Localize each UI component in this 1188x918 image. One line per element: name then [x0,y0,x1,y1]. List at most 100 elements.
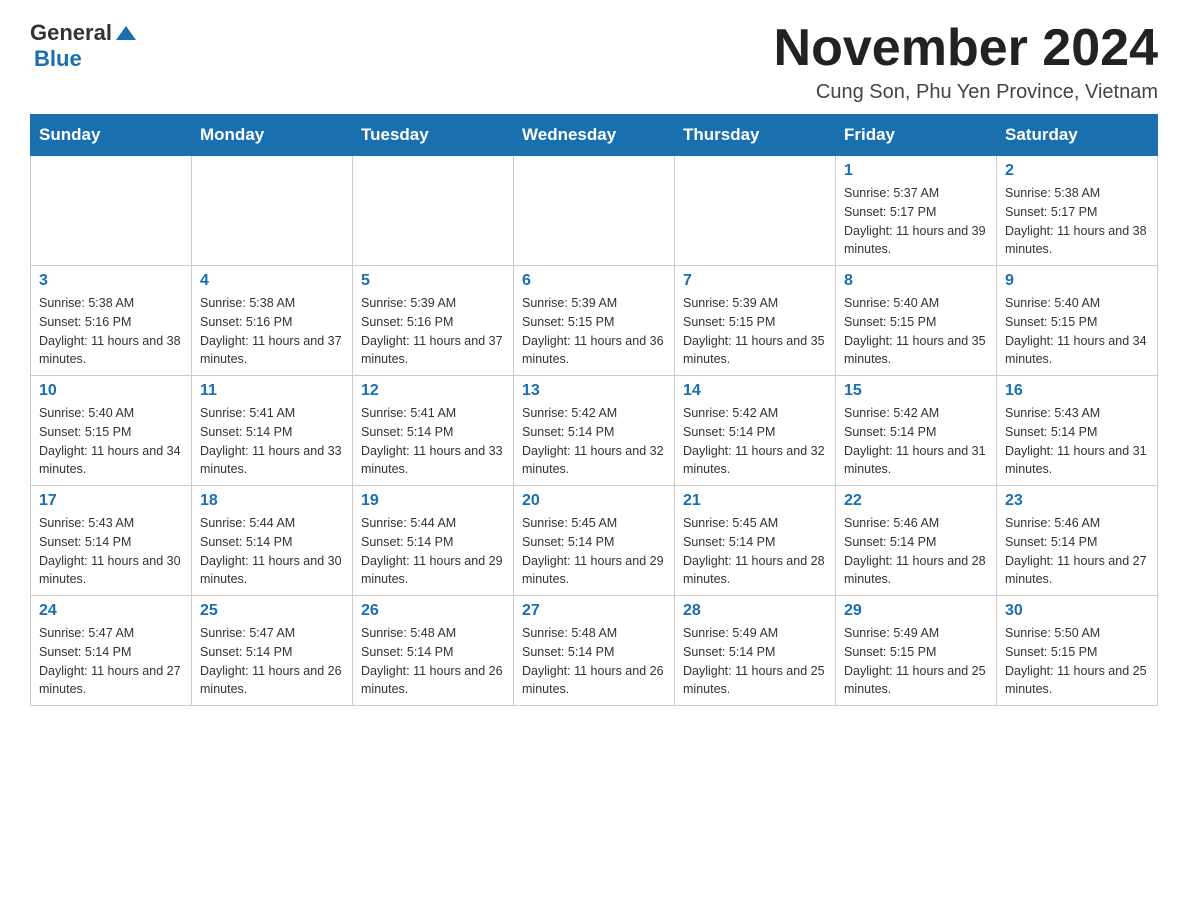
day-cell: 20 Sunrise: 5:45 AMSunset: 5:14 PMDayligh… [514,486,675,596]
day-number: 7 [683,272,827,290]
weekday-header-friday: Friday [836,115,997,156]
day-info: Sunrise: 5:38 AMSunset: 5:16 PMDaylight:… [200,294,344,369]
day-cell: 18 Sunrise: 5:44 AMSunset: 5:14 PMDayligh… [192,486,353,596]
day-info: Sunrise: 5:49 AMSunset: 5:15 PMDaylight:… [844,624,988,699]
day-info: Sunrise: 5:48 AMSunset: 5:14 PMDaylight:… [361,624,505,699]
day-number: 28 [683,602,827,620]
day-cell: 2 Sunrise: 5:38 AMSunset: 5:17 PMDaylight… [997,156,1158,266]
day-info: Sunrise: 5:46 AMSunset: 5:14 PMDaylight:… [844,514,988,589]
day-number: 8 [844,272,988,290]
day-number: 12 [361,382,505,400]
day-number: 14 [683,382,827,400]
day-info: Sunrise: 5:43 AMSunset: 5:14 PMDaylight:… [39,514,183,589]
day-number: 11 [200,382,344,400]
day-cell: 23 Sunrise: 5:46 AMSunset: 5:14 PMDayligh… [997,486,1158,596]
day-cell: 17Sunrise: 5:43 AMSunset: 5:14 PMDayligh… [31,486,192,596]
weekday-header-row: SundayMondayTuesdayWednesdayThursdayFrid… [31,115,1158,156]
day-cell: 6 Sunrise: 5:39 AMSunset: 5:15 PMDaylight… [514,266,675,376]
day-number: 9 [1005,272,1149,290]
day-number: 24 [39,602,183,620]
day-cell: 16 Sunrise: 5:43 AMSunset: 5:14 PMDayligh… [997,376,1158,486]
day-cell: 21Sunrise: 5:45 AMSunset: 5:14 PMDayligh… [675,486,836,596]
day-info: Sunrise: 5:49 AMSunset: 5:14 PMDaylight:… [683,624,827,699]
day-cell: 22 Sunrise: 5:46 AMSunset: 5:14 PMDayligh… [836,486,997,596]
day-cell: 29 Sunrise: 5:49 AMSunset: 5:15 PMDayligh… [836,596,997,706]
day-number: 16 [1005,382,1149,400]
calendar-table: SundayMondayTuesdayWednesdayThursdayFrid… [30,114,1158,706]
day-info: Sunrise: 5:40 AMSunset: 5:15 PMDaylight:… [1005,294,1149,369]
day-info: Sunrise: 5:39 AMSunset: 5:15 PMDaylight:… [683,294,827,369]
day-number: 30 [1005,602,1149,620]
day-info: Sunrise: 5:41 AMSunset: 5:14 PMDaylight:… [361,404,505,479]
month-title: November 2024 [774,20,1158,77]
day-number: 5 [361,272,505,290]
day-cell: 1Sunrise: 5:37 AMSunset: 5:17 PMDaylight… [836,156,997,266]
day-number: 2 [1005,162,1149,180]
day-info: Sunrise: 5:45 AMSunset: 5:14 PMDaylight:… [522,514,666,589]
day-number: 22 [844,492,988,510]
day-cell: 11 Sunrise: 5:41 AMSunset: 5:14 PMDayligh… [192,376,353,486]
day-info: Sunrise: 5:48 AMSunset: 5:14 PMDaylight:… [522,624,666,699]
location-subtitle: Cung Son, Phu Yen Province, Vietnam [774,81,1158,104]
day-cell: 3 Sunrise: 5:38 AMSunset: 5:16 PMDaylight… [31,266,192,376]
day-cell: 24Sunrise: 5:47 AMSunset: 5:14 PMDayligh… [31,596,192,706]
week-row-2: 3 Sunrise: 5:38 AMSunset: 5:16 PMDaylight… [31,266,1158,376]
day-cell: 19Sunrise: 5:44 AMSunset: 5:14 PMDayligh… [353,486,514,596]
day-info: Sunrise: 5:47 AMSunset: 5:14 PMDaylight:… [200,624,344,699]
day-info: Sunrise: 5:38 AMSunset: 5:16 PMDaylight:… [39,294,183,369]
day-number: 21 [683,492,827,510]
day-number: 27 [522,602,666,620]
day-info: Sunrise: 5:39 AMSunset: 5:16 PMDaylight:… [361,294,505,369]
day-info: Sunrise: 5:44 AMSunset: 5:14 PMDaylight:… [200,514,344,589]
day-cell: 12 Sunrise: 5:41 AMSunset: 5:14 PMDayligh… [353,376,514,486]
day-number: 23 [1005,492,1149,510]
logo-general: General [30,20,112,46]
day-info: Sunrise: 5:50 AMSunset: 5:15 PMDaylight:… [1005,624,1149,699]
day-info: Sunrise: 5:46 AMSunset: 5:14 PMDaylight:… [1005,514,1149,589]
week-row-1: 1Sunrise: 5:37 AMSunset: 5:17 PMDaylight… [31,156,1158,266]
day-number: 1 [844,162,988,180]
title-block: November 2024 Cung Son, Phu Yen Province… [774,20,1158,104]
day-cell: 13 Sunrise: 5:42 AMSunset: 5:14 PMDayligh… [514,376,675,486]
day-number: 18 [200,492,344,510]
weekday-header-tuesday: Tuesday [353,115,514,156]
day-number: 4 [200,272,344,290]
logo-blue: Blue [34,46,82,71]
weekday-header-thursday: Thursday [675,115,836,156]
day-number: 10 [39,382,183,400]
day-cell: 28 Sunrise: 5:49 AMSunset: 5:14 PMDayligh… [675,596,836,706]
day-number: 20 [522,492,666,510]
day-number: 25 [200,602,344,620]
day-info: Sunrise: 5:40 AMSunset: 5:15 PMDaylight:… [39,404,183,479]
day-number: 19 [361,492,505,510]
day-cell: 10 Sunrise: 5:40 AMSunset: 5:15 PMDayligh… [31,376,192,486]
day-cell: 25 Sunrise: 5:47 AMSunset: 5:14 PMDayligh… [192,596,353,706]
day-number: 29 [844,602,988,620]
weekday-header-sunday: Sunday [31,115,192,156]
day-cell [353,156,514,266]
day-info: Sunrise: 5:42 AMSunset: 5:14 PMDaylight:… [683,404,827,479]
day-info: Sunrise: 5:39 AMSunset: 5:15 PMDaylight:… [522,294,666,369]
day-cell: 5 Sunrise: 5:39 AMSunset: 5:16 PMDaylight… [353,266,514,376]
day-info: Sunrise: 5:41 AMSunset: 5:14 PMDaylight:… [200,404,344,479]
day-number: 6 [522,272,666,290]
day-info: Sunrise: 5:42 AMSunset: 5:14 PMDaylight:… [522,404,666,479]
week-row-5: 24 Sunrise: 5:47 AMSunset: 5:14 PMDayligh… [31,596,1158,706]
day-info: Sunrise: 5:38 AMSunset: 5:17 PMDaylight:… [1005,184,1149,259]
day-info: Sunrise: 5:43 AMSunset: 5:14 PMDaylight:… [1005,404,1149,479]
week-row-3: 10 Sunrise: 5:40 AMSunset: 5:15 PMDayligh… [31,376,1158,486]
day-cell: 27 Sunrise: 5:48 AMSunset: 5:14 PMDayligh… [514,596,675,706]
day-info: Sunrise: 5:42 AMSunset: 5:14 PMDaylight:… [844,404,988,479]
day-cell: 14 Sunrise: 5:42 AMSunset: 5:14 PMDayligh… [675,376,836,486]
day-number: 13 [522,382,666,400]
day-info: Sunrise: 5:40 AMSunset: 5:15 PMDaylight:… [844,294,988,369]
day-cell: 9 Sunrise: 5:40 AMSunset: 5:15 PMDaylight… [997,266,1158,376]
week-row-4: 17Sunrise: 5:43 AMSunset: 5:14 PMDayligh… [31,486,1158,596]
weekday-header-saturday: Saturday [997,115,1158,156]
day-cell: 30 Sunrise: 5:50 AMSunset: 5:15 PMDayligh… [997,596,1158,706]
day-number: 3 [39,272,183,290]
day-cell: 7 Sunrise: 5:39 AMSunset: 5:15 PMDaylight… [675,266,836,376]
day-cell [31,156,192,266]
day-cell [514,156,675,266]
weekday-header-monday: Monday [192,115,353,156]
